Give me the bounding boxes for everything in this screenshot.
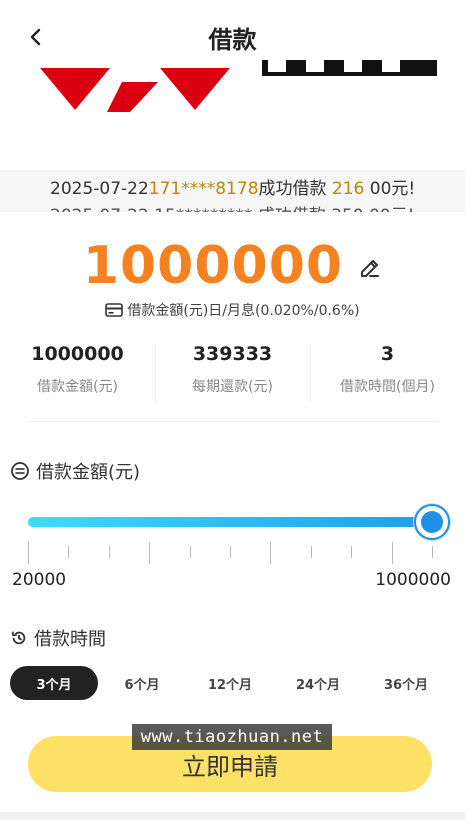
rate-info: 借款金額(元)日/月息(0.020%/0.6%) <box>0 300 465 320</box>
app-header: 借款 <box>0 0 465 62</box>
stat-label: 每期還款(元) <box>192 379 273 395</box>
history-icon <box>11 631 26 645</box>
slider-tick <box>28 542 29 564</box>
slider-min-label: 20000 <box>12 570 67 590</box>
back-button[interactable] <box>20 22 50 52</box>
slider-ticks <box>28 542 433 564</box>
watermark: www.tiaozhuan.net <box>132 724 332 750</box>
slider-tick <box>230 546 231 558</box>
slider-tick <box>311 546 312 558</box>
ticker-text: 成功借款 <box>258 179 327 199</box>
section-label: 借款金額(元) <box>36 462 141 483</box>
term-options: 3个月 6个月 12个月 24个月 36个月 <box>10 666 454 700</box>
stat-label: 借款金額(元) <box>37 379 118 395</box>
page-title: 借款 <box>208 26 257 54</box>
chevron-left-icon <box>30 28 41 46</box>
ticker-line: 2025-07-22171****8178成功借款 216 00元! <box>50 174 415 199</box>
slider-tick <box>149 542 150 564</box>
slider-tick <box>270 542 271 564</box>
edit-icon <box>361 260 380 277</box>
amount-slider[interactable] <box>28 504 450 540</box>
amount-section-title: 借款金額(元) <box>10 458 140 484</box>
rate-label: 借款金額(元)日/月息(0.020%/0.6%) <box>127 303 360 319</box>
stat-amount: 1000000 借款金額(元) <box>0 340 155 402</box>
loan-summary: 1000000 借款金額(元) 339333 每期還款(元) 3 借款時間(個月… <box>0 340 465 402</box>
section-label: 借款時間 <box>34 629 106 650</box>
ticker-phone: 171****8178 <box>148 179 259 199</box>
stat-value: 3 <box>380 343 395 365</box>
slider-track[interactable] <box>28 517 432 527</box>
stat-value: 1000000 <box>31 343 124 365</box>
stat-value: 339333 <box>192 343 273 365</box>
term-option-36[interactable]: 36个月 <box>362 666 450 700</box>
card-icon <box>105 303 124 317</box>
ticker-text-end: 00元! <box>369 179 416 199</box>
slider-tick <box>351 546 352 558</box>
ticker-line-next: 2025-07-22 15********* 成功借款 350.00元! <box>50 201 414 212</box>
divider <box>28 421 437 422</box>
ticker-amount: 216 <box>331 179 365 199</box>
term-option-3[interactable]: 3个月 <box>10 666 98 700</box>
slider-tick <box>432 546 433 558</box>
term-option-24[interactable]: 24个月 <box>274 666 362 700</box>
slider-tick <box>68 546 69 558</box>
stat-label: 借款時間(個月) <box>340 379 435 395</box>
ticker-date: 2025-07-22 <box>50 179 149 199</box>
stat-installment: 339333 每期還款(元) <box>155 340 310 402</box>
loan-amount-display: 1000000 <box>0 236 465 296</box>
slider-tick <box>109 546 110 558</box>
edit-amount-button[interactable] <box>358 256 382 284</box>
bottom-bar <box>0 812 465 820</box>
stat-term: 3 借款時間(個月) <box>310 340 465 402</box>
term-option-12[interactable]: 12个月 <box>186 666 274 700</box>
term-option-6[interactable]: 6个月 <box>98 666 186 700</box>
loan-amount: 1000000 <box>82 236 344 296</box>
term-section-title: 借款時間 <box>10 625 106 651</box>
slider-tick <box>392 542 393 564</box>
loan-ticker: 2025-07-22171****8178成功借款 216 00元! 2025-… <box>0 170 465 212</box>
coin-icon <box>11 462 29 480</box>
slider-handle[interactable] <box>414 504 450 540</box>
slider-max-label: 1000000 <box>375 570 451 590</box>
slider-tick <box>190 546 191 558</box>
